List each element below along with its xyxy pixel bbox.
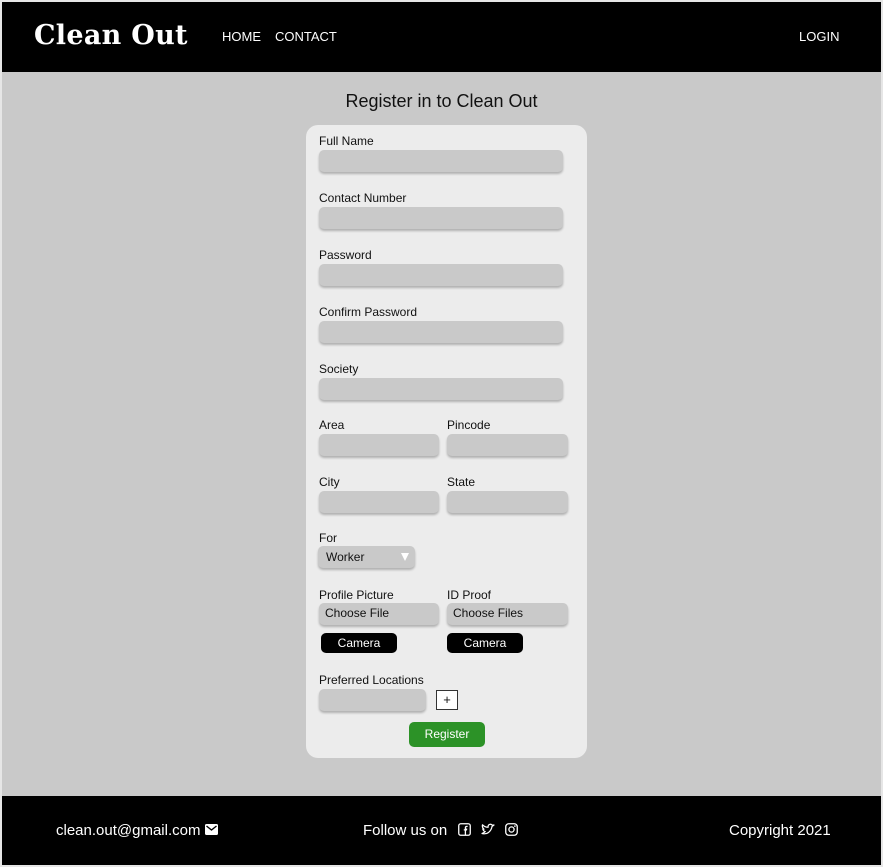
mail-icon[interactable] — [205, 824, 218, 835]
full-name-label: Full Name — [319, 134, 374, 148]
instagram-icon[interactable] — [505, 823, 518, 836]
pincode-label: Pincode — [447, 418, 491, 432]
footer: clean.out@gmail.com Follow us on Copyrig… — [2, 796, 881, 865]
preferred-locations-input[interactable] — [319, 689, 426, 711]
for-select-value: Worker — [326, 550, 365, 564]
dropdown-caret-icon — [401, 553, 409, 561]
profile-picture-label: Profile Picture — [319, 588, 394, 602]
profile-picture-camera-button[interactable]: Camera — [321, 633, 397, 653]
area-input[interactable] — [319, 434, 439, 456]
society-label: Society — [319, 362, 359, 376]
confirm-password-label: Confirm Password — [319, 305, 418, 319]
city-label: City — [319, 475, 340, 489]
city-input[interactable] — [319, 491, 439, 513]
footer-email[interactable]: clean.out@gmail.com — [56, 822, 200, 839]
society-input[interactable] — [319, 378, 563, 400]
confirm-password-input[interactable] — [319, 321, 563, 343]
top-navbar: Clean Out HOME CONTACT LOGIN — [2, 2, 881, 72]
brand-logo[interactable]: Clean Out — [34, 20, 188, 51]
id-proof-camera-button[interactable]: Camera — [447, 633, 523, 653]
register-button[interactable]: Register — [409, 722, 485, 747]
id-proof-file-button[interactable]: Choose Files — [447, 603, 568, 625]
nav-contact-link[interactable]: CONTACT — [275, 29, 337, 44]
full-name-input[interactable] — [319, 150, 563, 172]
for-select[interactable]: Worker — [318, 546, 415, 568]
contact-number-label: Contact Number — [319, 191, 407, 205]
register-form-card: Full Name Contact Number Password Confir… — [306, 125, 587, 758]
password-label: Password — [319, 248, 372, 262]
contact-number-input[interactable] — [319, 207, 563, 229]
for-label: For — [319, 531, 337, 545]
twitter-icon[interactable] — [481, 823, 496, 836]
follow-us-text: Follow us on — [363, 822, 448, 839]
facebook-icon[interactable] — [458, 823, 471, 836]
area-label: Area — [319, 418, 345, 432]
profile-picture-file-button[interactable]: Choose File — [319, 603, 439, 625]
pincode-input[interactable] — [447, 434, 568, 456]
id-proof-label: ID Proof — [447, 588, 492, 602]
nav-home-link[interactable]: HOME — [222, 29, 261, 44]
page-title: Register in to Clean Out — [345, 91, 538, 111]
nav-login-link[interactable]: LOGIN — [799, 29, 839, 44]
add-location-button[interactable]: + — [436, 690, 458, 710]
password-input[interactable] — [319, 264, 563, 286]
state-input[interactable] — [447, 491, 568, 513]
state-label: State — [447, 475, 476, 489]
preferred-locations-label: Preferred Locations — [319, 673, 424, 687]
copyright-text: Copyright 2021 — [729, 822, 831, 839]
